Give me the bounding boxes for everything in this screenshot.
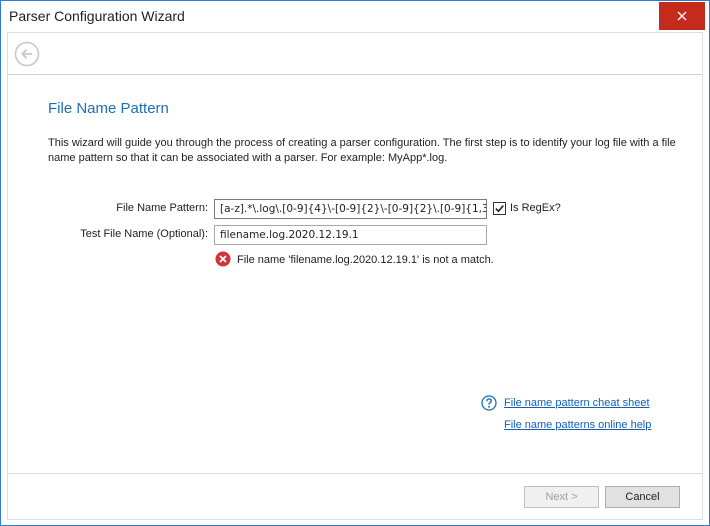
title-bar: Parser Configuration Wizard — [1, 1, 709, 32]
next-button[interactable]: Next > — [524, 486, 599, 508]
test-file-name-input[interactable]: filename.log.2020.12.19.1 — [214, 225, 487, 245]
test-file-name-label: Test File Name (Optional): — [80, 228, 208, 240]
checkmark-icon — [495, 205, 504, 213]
page-title: File Name Pattern — [48, 100, 169, 117]
cancel-button[interactable]: Cancel — [605, 486, 680, 508]
wizard-window: Parser Configuration Wizard File Name Pa… — [0, 0, 710, 526]
file-name-pattern-label: File Name Pattern: — [116, 202, 208, 214]
cheat-sheet-link[interactable]: File name pattern cheat sheet — [504, 397, 650, 409]
intro-text: This wizard will guide you through the p… — [48, 137, 676, 164]
help-icon — [481, 395, 497, 411]
is-regex-label: Is RegEx? — [510, 202, 561, 214]
validation-message: File name 'filename.log.2020.12.19.1' is… — [237, 254, 494, 266]
file-name-pattern-input[interactable]: [a-z].*\.log\.[0-9]{4}\-[0-9]{2}\-[0-9]{… — [214, 199, 487, 219]
is-regex-checkbox[interactable] — [493, 202, 506, 215]
wizard-toolbar — [7, 32, 703, 75]
close-icon — [677, 11, 687, 21]
online-help-link[interactable]: File name patterns online help — [504, 419, 651, 431]
back-arrow-icon[interactable] — [14, 41, 40, 67]
wizard-footer: Next > Cancel — [7, 473, 703, 520]
wizard-content: File Name Pattern This wizard will guide… — [7, 75, 703, 473]
window-title: Parser Configuration Wizard — [9, 8, 185, 24]
close-button[interactable] — [659, 2, 705, 30]
error-icon — [215, 251, 231, 267]
